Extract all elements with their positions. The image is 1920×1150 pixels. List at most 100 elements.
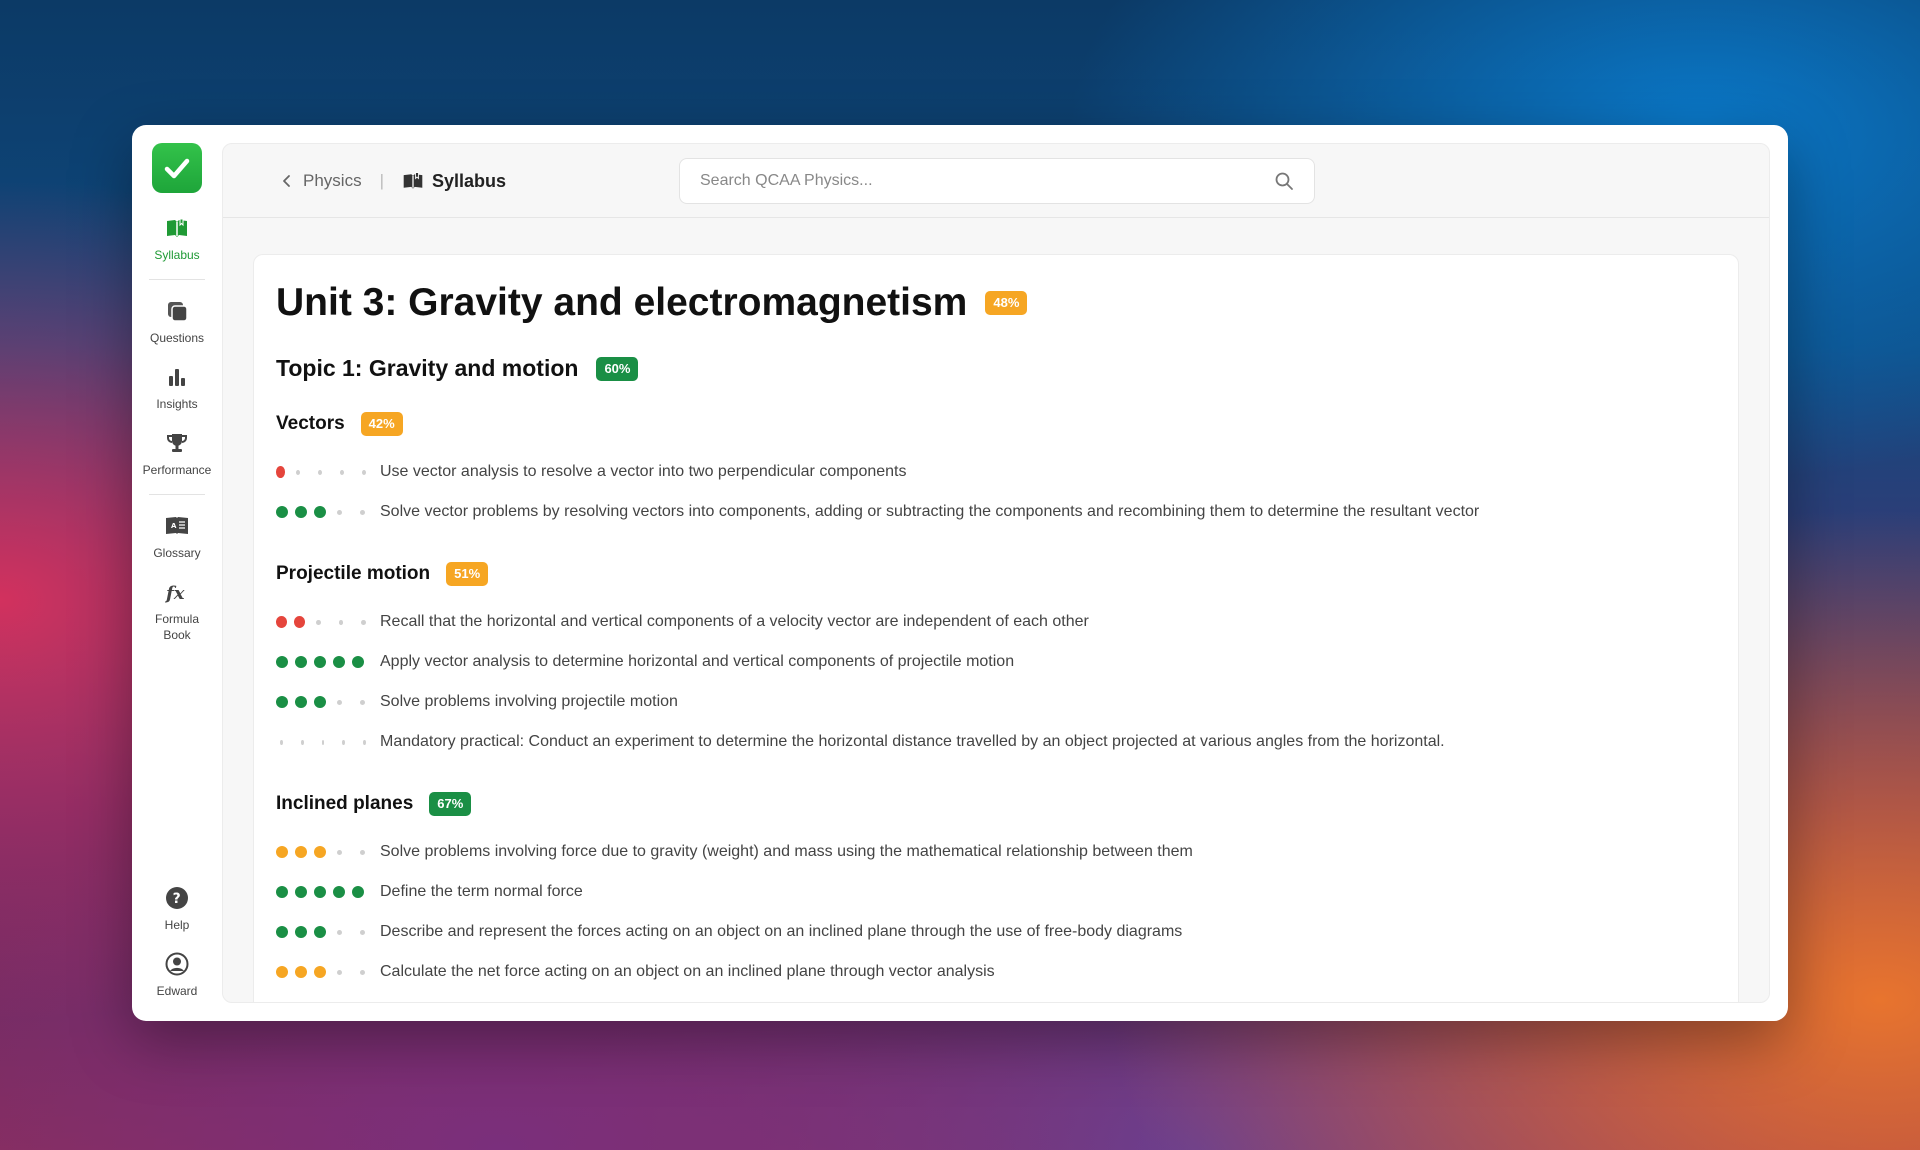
- function-icon: fx: [164, 583, 185, 604]
- mastery-dot-filled: [276, 886, 288, 898]
- mastery-dot-filled: [333, 656, 345, 668]
- sidebar-item-questions[interactable]: Questions: [132, 298, 222, 346]
- mastery-dot-empty: [321, 739, 325, 745]
- sidebar-item-help[interactable]: ? Help: [132, 885, 222, 933]
- section-header: Projectile motion 51%: [276, 562, 1716, 586]
- syllabus-card: Unit 3: Gravity and electromagnetism 48%…: [253, 254, 1739, 1002]
- sidebar-item-label: Glossary: [153, 546, 201, 560]
- mastery-dot-filled: [295, 656, 307, 668]
- help-icon: ?: [166, 887, 188, 909]
- mastery-dots: [276, 696, 380, 708]
- glossary-book-icon: A: [166, 517, 188, 534]
- mastery-dot-filled: [314, 696, 326, 708]
- back-link[interactable]: Physics: [281, 171, 362, 191]
- unit-progress-badge: 48%: [985, 291, 1028, 315]
- mastery-dot-empty: [340, 469, 345, 475]
- unit-title: Unit 3: Gravity and electromagnetism: [276, 281, 968, 324]
- mastery-dot-empty: [296, 469, 301, 475]
- syllabus-section: Vectors 42% Use vector analysis to resolve…: [276, 412, 1716, 532]
- sidebar-item-label: Help: [164, 918, 190, 932]
- mastery-dot-filled: [276, 466, 286, 478]
- sidebar-item-label: Edward: [156, 984, 198, 998]
- mastery-dots: [276, 966, 380, 978]
- syllabus-item-text: Use vector analysis to resolve a vector …: [380, 463, 907, 480]
- svg-text:A: A: [171, 522, 177, 530]
- top-bar: Physics | Syllabus: [223, 144, 1769, 218]
- mastery-dot-filled: [333, 886, 345, 898]
- syllabus-item-text: Describe and represent the forces acting…: [380, 923, 1183, 940]
- mastery-dot-empty: [337, 699, 342, 705]
- syllabus-item[interactable]: Define the term normal force: [276, 872, 1716, 912]
- mastery-dot-empty: [360, 969, 365, 975]
- section-title: Vectors: [276, 413, 345, 434]
- unit-header: Unit 3: Gravity and electromagnetism 48%: [276, 281, 1716, 325]
- app-logo[interactable]: [152, 143, 202, 193]
- search-icon[interactable]: [1274, 171, 1294, 191]
- mastery-dots: [276, 739, 380, 745]
- sidebar-item-label: Syllabus: [154, 248, 200, 262]
- syllabus-item[interactable]: Recall that the horizontal and vertical …: [276, 602, 1716, 642]
- sidebar-divider: [149, 279, 205, 280]
- syllabus-item[interactable]: Mandatory practical: Conduct an experime…: [276, 722, 1716, 762]
- sidebar-item-syllabus[interactable]: Syllabus: [132, 215, 222, 263]
- back-link-label: Physics: [303, 171, 362, 190]
- syllabus-item[interactable]: Use vector analysis to resolve a vector …: [276, 452, 1716, 492]
- mastery-dot-filled: [295, 926, 307, 938]
- mastery-dot-filled: [352, 886, 364, 898]
- sidebar: Syllabus Questions Insights Performance …: [132, 125, 222, 1021]
- syllabus-item[interactable]: Describe and represent the forces acting…: [276, 912, 1716, 952]
- topic-progress-badge: 60%: [596, 356, 639, 381]
- syllabus-item-text: Solve vector problems by resolving vecto…: [380, 503, 1480, 520]
- sidebar-divider: [149, 494, 205, 495]
- mastery-dot-empty: [342, 739, 346, 745]
- sidebar-item-insights[interactable]: Insights: [132, 364, 222, 412]
- syllabus-section: Projectile motion 51% Recall that the hori…: [276, 562, 1716, 762]
- sidebar-item-label: Formula Book: [154, 612, 199, 642]
- mastery-dot-empty: [360, 929, 365, 935]
- mastery-dot-filled: [276, 846, 288, 858]
- mastery-dot-empty: [300, 739, 304, 745]
- breadcrumb-separator: |: [379, 171, 384, 190]
- search-input[interactable]: [700, 172, 1260, 190]
- section-title: Projectile motion: [276, 563, 431, 584]
- syllabus-item[interactable]: Calculate the net force acting on an obj…: [276, 952, 1716, 992]
- mastery-dot-filled: [276, 616, 288, 628]
- mastery-dot-filled: [295, 966, 307, 978]
- topic-title: Topic 1: Gravity and motion: [276, 355, 579, 381]
- mastery-dot-filled: [276, 506, 288, 518]
- mastery-dot-filled: [314, 926, 326, 938]
- mastery-dot-empty: [360, 849, 365, 855]
- syllabus-item[interactable]: Apply vector analysis to determine horiz…: [276, 642, 1716, 682]
- syllabus-item-text: Solve problems involving projectile moti…: [380, 693, 678, 710]
- mastery-dot-empty: [363, 739, 366, 745]
- mastery-dots: [276, 846, 380, 858]
- mastery-dots: [276, 886, 380, 898]
- mastery-dot-filled: [314, 886, 326, 898]
- mastery-dot-filled: [295, 886, 307, 898]
- sidebar-item-user[interactable]: Edward: [132, 951, 222, 999]
- sidebar-item-glossary[interactable]: A Glossary: [132, 513, 222, 561]
- section-header: Vectors 42%: [276, 412, 1716, 436]
- mastery-dot-empty: [337, 509, 342, 515]
- syllabus-item[interactable]: Solve problems involving projectile moti…: [276, 682, 1716, 722]
- chevron-left-icon: [283, 175, 290, 187]
- syllabus-item[interactable]: Solve problems involving force due to gr…: [276, 832, 1716, 872]
- syllabus-item-text: Mandatory practical: Conduct an experime…: [380, 733, 1445, 750]
- svg-text:fx: fx: [164, 583, 185, 604]
- sidebar-item-performance[interactable]: Performance: [132, 430, 222, 478]
- sidebar-item-formula-book[interactable]: fx Formula Book: [142, 579, 212, 643]
- mastery-dot-filled: [276, 926, 288, 938]
- mastery-dot-empty: [338, 619, 344, 625]
- syllabus-item-text: Calculate the net force acting on an obj…: [380, 963, 995, 980]
- mastery-dots: [276, 616, 380, 628]
- sidebar-item-label: Insights: [156, 397, 198, 411]
- syllabus-item-text: Define the term normal force: [380, 883, 583, 900]
- section-progress-badge: 67%: [429, 792, 472, 816]
- sections-container: Vectors 42% Use vector analysis to resolve…: [276, 412, 1716, 992]
- main-panel: Physics | Syllabus Search QCAA Physics..…: [222, 143, 1770, 1003]
- mastery-dots: [276, 506, 380, 518]
- mastery-dot-empty: [318, 469, 323, 475]
- trophy-icon: [167, 434, 187, 452]
- section-progress-badge: 51%: [446, 562, 489, 586]
- syllabus-item[interactable]: Solve vector problems by resolving vecto…: [276, 492, 1716, 532]
